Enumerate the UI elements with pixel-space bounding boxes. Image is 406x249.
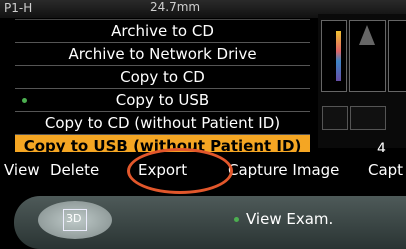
- thumbnail-image[interactable]: [321, 20, 347, 92]
- color-scale-bar: [336, 31, 341, 81]
- menu-item-copy-to-cd[interactable]: Copy to CD: [15, 66, 310, 89]
- probe-label: P1-H: [4, 1, 33, 15]
- menu-item-label: Copy to USB: [115, 91, 210, 109]
- menu-item-label: Archive to CD: [111, 22, 214, 40]
- view-exam-label: View Exam.: [246, 210, 334, 228]
- ultrasound-fan-image: [359, 25, 375, 45]
- green-dot-icon: [22, 98, 27, 103]
- menu-item-archive-to-cd[interactable]: Archive to CD: [15, 20, 310, 43]
- menu-item-label: Copy to CD: [120, 68, 205, 86]
- capture-image-button[interactable]: Capture Image: [228, 161, 339, 179]
- menu-item-archive-to-network-drive[interactable]: Archive to Network Drive: [15, 43, 310, 66]
- delete-button[interactable]: Delete: [50, 161, 99, 179]
- export-dropdown-menu: Archive to CD Archive to Network Drive C…: [15, 19, 310, 158]
- bottom-control-panel: 3D View Exam.: [14, 196, 406, 249]
- 3d-button[interactable]: 3D: [38, 201, 112, 239]
- image-thumbnail-panel: 4: [318, 14, 406, 157]
- green-dot-icon: [234, 217, 239, 222]
- menu-item-copy-to-usb[interactable]: Copy to USB: [15, 89, 310, 112]
- thumbnail-image[interactable]: [388, 20, 406, 92]
- view-exam-button[interactable]: View Exam.: [234, 210, 334, 228]
- menu-item-copy-to-cd-without-patient-id[interactable]: Copy to CD (without Patient ID): [15, 112, 310, 135]
- export-highlight-circle: [127, 148, 233, 194]
- cube-icon: 3D: [63, 209, 87, 231]
- thumbnail-slot[interactable]: [350, 106, 386, 130]
- depth-readout: 24.7mm: [150, 0, 201, 14]
- capture-button[interactable]: Capt: [368, 161, 403, 179]
- thumbnail-image[interactable]: [349, 20, 386, 92]
- thumbnail-slot[interactable]: [322, 106, 348, 130]
- menu-item-label: Archive to Network Drive: [68, 45, 257, 63]
- menu-item-label: Copy to CD (without Patient ID): [44, 114, 281, 132]
- 3d-label: 3D: [66, 212, 82, 225]
- view-button[interactable]: View: [4, 161, 40, 179]
